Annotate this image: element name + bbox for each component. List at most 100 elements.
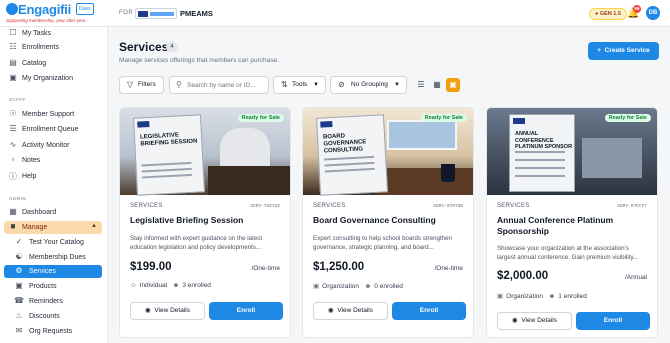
products-icon: ▣ bbox=[15, 281, 23, 290]
create-service-button[interactable]: + Create Service bbox=[588, 42, 659, 60]
sidebar-item-label: Test Your Catalog bbox=[29, 239, 84, 246]
app-logo[interactable]: Engagifii Dues Supporting membership, ye… bbox=[6, 2, 106, 25]
sidebar-item-notes[interactable]: ▫ Notes bbox=[4, 154, 102, 167]
sidebar-item-label: Help bbox=[22, 173, 37, 180]
card-meta: ▣ Organization ☻ 1 enrolled bbox=[497, 292, 587, 300]
services-count-badge: 4 bbox=[166, 42, 178, 52]
discounts-icon: ♨ bbox=[15, 311, 23, 320]
sidebar-item-label: Activity Monitor bbox=[22, 142, 70, 149]
create-service-label: Create Service bbox=[604, 47, 650, 54]
grouping-dropdown[interactable]: ⊘ No Grouping ▼ bbox=[330, 76, 407, 94]
page-title: Services bbox=[119, 40, 169, 54]
card-meta: ▣ Organization ☻ 0 enrolled bbox=[313, 282, 403, 290]
reminders-icon: ☎ bbox=[14, 296, 24, 305]
grouping-label: No Grouping bbox=[351, 81, 388, 88]
org-logo bbox=[135, 8, 177, 19]
chevron-down-icon: ▼ bbox=[394, 82, 400, 88]
sidebar-item-discounts[interactable]: ♨ Discounts bbox=[4, 310, 102, 323]
sidebar-item-label: Catalog bbox=[22, 60, 47, 67]
card-category: SERVICES bbox=[313, 203, 346, 209]
support-icon: ☉ bbox=[9, 109, 17, 118]
sidebar-item-org-requests[interactable]: ✉ Org Requests bbox=[4, 325, 102, 338]
service-id: SERV-SYNT5B bbox=[433, 204, 463, 209]
tools-dropdown[interactable]: ⇅ Tools ▼ bbox=[273, 76, 326, 94]
sidebar-item-catalog[interactable]: ▤ Catalog bbox=[4, 57, 102, 70]
search-input[interactable] bbox=[187, 80, 267, 91]
sidebar-item-label: Products bbox=[29, 283, 57, 290]
card-view-icon[interactable]: ▣ bbox=[446, 78, 460, 92]
sidebar-item-enrollment-queue[interactable]: ☰ Enrollment Queue bbox=[4, 123, 102, 136]
sidebar-item-help[interactable]: ⓘ Help bbox=[4, 170, 102, 183]
filters-button[interactable]: ▽ Filters bbox=[119, 76, 164, 94]
sidebar-item-label: Services bbox=[29, 268, 56, 275]
view-details-button[interactable]: ◉ View Details bbox=[313, 302, 388, 320]
sidebar-item-label: Discounts bbox=[29, 313, 60, 320]
for-label: FOR bbox=[119, 10, 134, 16]
tasks-icon: ☐ bbox=[9, 28, 17, 37]
sidebar-item-label: Notes bbox=[22, 157, 41, 164]
users-icon: ☻ bbox=[548, 293, 556, 300]
enroll-button[interactable]: Enroll bbox=[576, 312, 650, 330]
sidebar-item-membership-dues[interactable]: ☯ Membership Dues bbox=[4, 251, 102, 264]
org-requests-icon: ✉ bbox=[15, 326, 23, 335]
view-details-label: View Details bbox=[521, 317, 557, 324]
notes-icon: ▫ bbox=[11, 155, 15, 164]
grid-view-icon[interactable]: ▦ bbox=[430, 78, 444, 92]
service-card[interactable]: BOARD GOVERNANCE CONSULTING Ready for Sa… bbox=[302, 107, 474, 338]
card-meta: ☺ Individual ☻ 3 enrolled bbox=[130, 282, 211, 289]
enrolled-count: 1 enrolled bbox=[558, 293, 587, 300]
sidebar-item-my-tasks[interactable]: ☐ My Tasks bbox=[4, 27, 102, 40]
service-title: Legislative Briefing Session bbox=[130, 215, 244, 225]
view-details-button[interactable]: ◉ View Details bbox=[130, 302, 205, 320]
service-card[interactable]: ANNUAL CONFERENCE PLATINUM SPONSOR Ready… bbox=[486, 107, 658, 338]
eye-icon: ◉ bbox=[145, 307, 151, 314]
sidebar-item-products[interactable]: ▣ Products bbox=[4, 280, 102, 293]
sidebar-item-label: My Tasks bbox=[22, 30, 52, 37]
service-title: Board Governance Consulting bbox=[313, 215, 436, 225]
service-card[interactable]: LEGISLATIVE BRIEFING SESSION Ready for S… bbox=[119, 107, 291, 338]
price-period: /One-time bbox=[434, 265, 463, 272]
sign-text: LEGISLATIVE BRIEFING SESSION bbox=[139, 132, 198, 148]
tools-label: Tools bbox=[292, 81, 308, 88]
organization-icon: ▣ bbox=[9, 73, 17, 82]
enroll-button[interactable]: Enroll bbox=[209, 302, 283, 320]
sign-text: BOARD GOVERNANCE CONSULTING bbox=[322, 133, 367, 155]
sign-text: ANNUAL CONFERENCE PLATINUM SPONSOR bbox=[515, 131, 573, 150]
test-catalog-icon: ✓ bbox=[15, 237, 23, 246]
building-icon: ▣ bbox=[313, 283, 320, 290]
filters-label: Filters bbox=[138, 81, 156, 88]
sidebar-item-test-your-catalog[interactable]: ✓ Test Your Catalog bbox=[4, 236, 102, 249]
dashboard-icon: ▦ bbox=[9, 207, 17, 216]
service-price: $1,250.00 bbox=[313, 261, 365, 273]
tools-icon: ⇅ bbox=[281, 80, 288, 89]
audience-label: Organization bbox=[506, 293, 544, 300]
enroll-button[interactable]: Enroll bbox=[392, 302, 466, 320]
sidebar-item-manage[interactable]: ◾ Manage ▲ bbox=[4, 221, 102, 234]
section-label-staff: STAFF bbox=[9, 97, 26, 102]
avatar[interactable]: DB bbox=[646, 6, 660, 20]
sidebar-item-my-organization[interactable]: ▣ My Organization bbox=[4, 72, 102, 85]
logo-tagline: Supporting membership, year after year..… bbox=[6, 18, 89, 23]
audience-label: Individual bbox=[139, 282, 168, 289]
view-details-label: View Details bbox=[154, 307, 190, 314]
gen-badge[interactable]: ● GEN 1.5 bbox=[589, 8, 627, 20]
sidebar-item-member-support[interactable]: ☉ Member Support bbox=[4, 108, 102, 121]
ready-for-sale-badge: Ready for Sale bbox=[604, 114, 651, 122]
list-view-icon[interactable]: ☰ bbox=[414, 78, 428, 92]
sidebar-item-reminders[interactable]: ☎ Reminders bbox=[4, 295, 102, 308]
sidebar-item-enrollments[interactable]: ☷ Enrollments bbox=[4, 41, 102, 54]
sidebar-item-services[interactable]: ⚙ Services bbox=[4, 265, 102, 278]
search-box[interactable]: ⚲ bbox=[169, 76, 269, 94]
chevron-down-icon: ▼ bbox=[313, 82, 319, 88]
search-icon: ⚲ bbox=[176, 80, 182, 89]
sidebar-item-label: My Organization bbox=[22, 75, 73, 82]
sidebar-item-label: Membership Dues bbox=[29, 254, 86, 261]
logo-sub-text: Dues bbox=[79, 6, 91, 12]
view-details-button[interactable]: ◉ View Details bbox=[497, 312, 572, 330]
sidebar-item-dashboard[interactable]: ▦ Dashboard bbox=[4, 206, 102, 219]
enrolled-count: 3 enrolled bbox=[182, 282, 211, 289]
sidebar-item-activity-monitor[interactable]: ∿ Activity Monitor bbox=[4, 139, 102, 152]
chevron-up-icon: ▲ bbox=[91, 223, 97, 229]
notification-count: 99 bbox=[633, 5, 641, 13]
sidebar-item-label: Reminders bbox=[29, 298, 63, 305]
